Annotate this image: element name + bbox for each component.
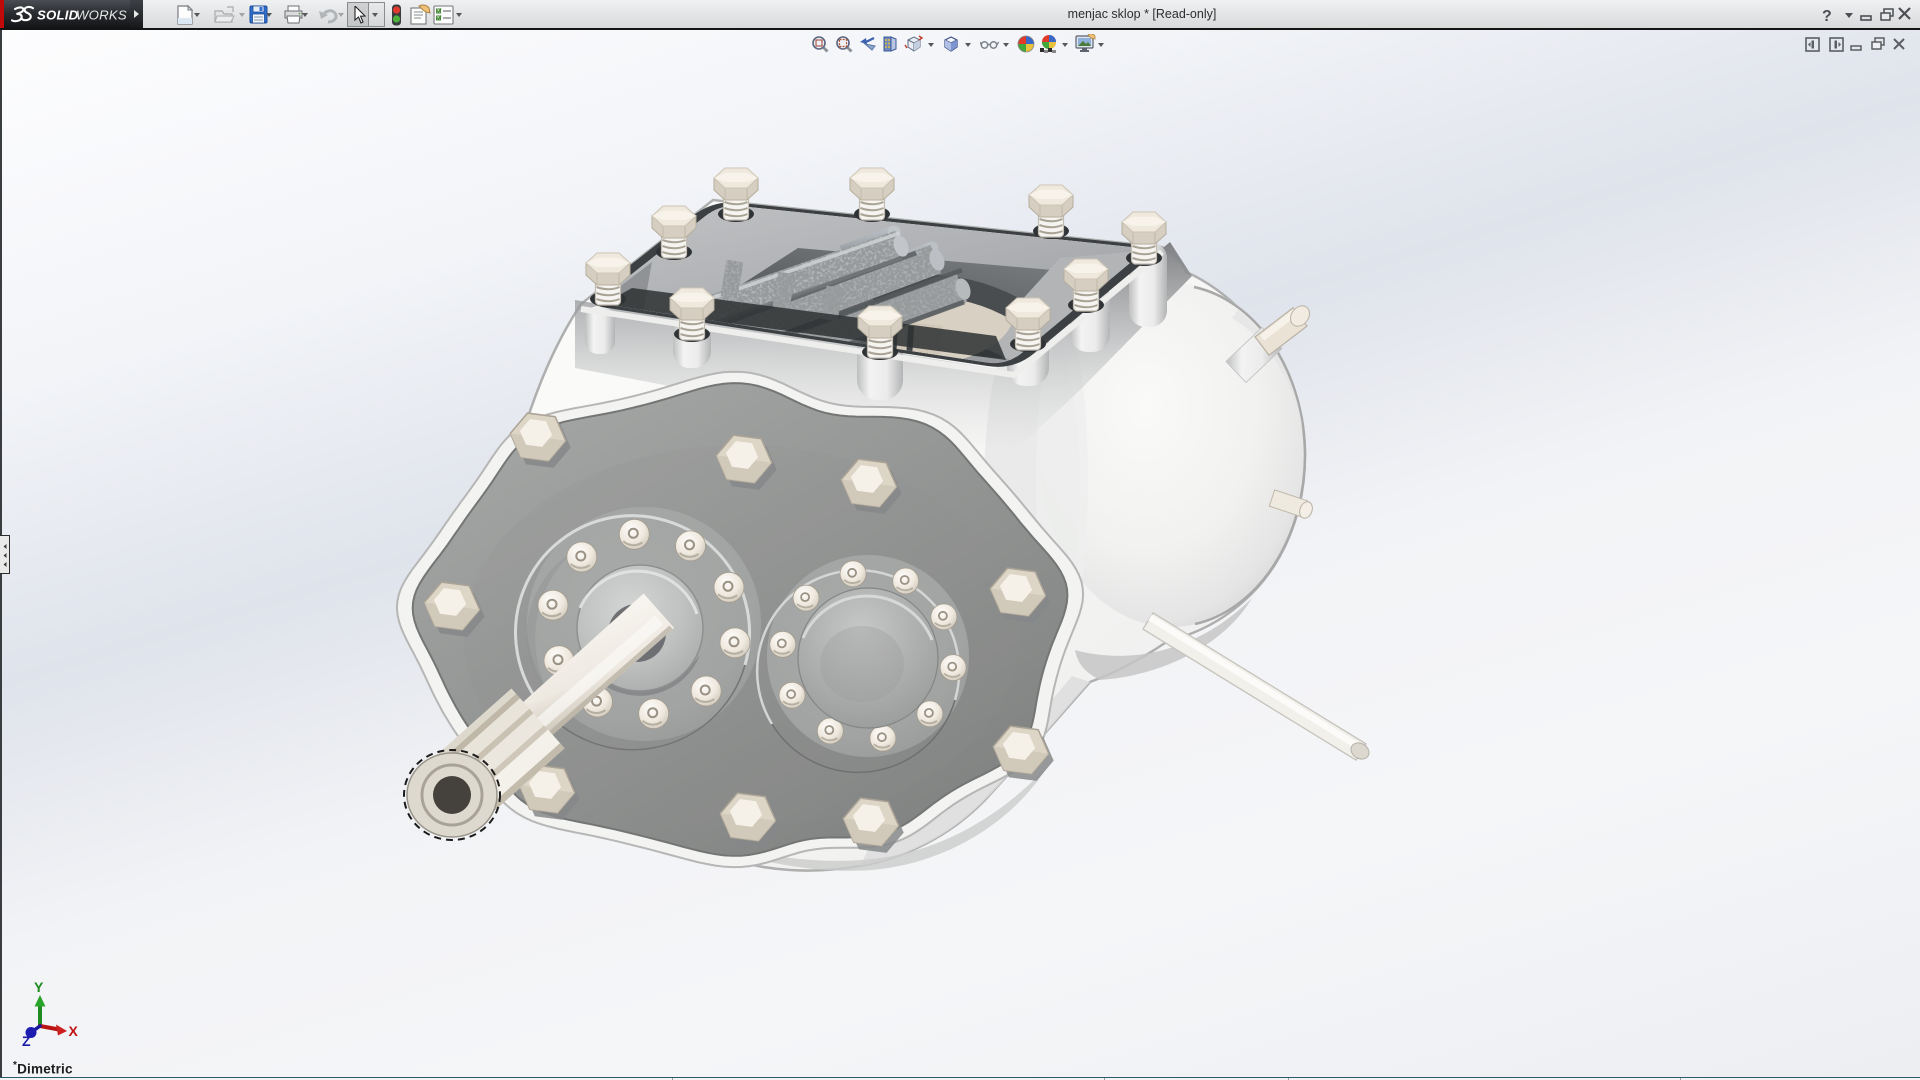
svg-text:Z: Z xyxy=(22,1033,31,1049)
svg-text:Y: Y xyxy=(34,979,44,995)
svg-text:SOLID: SOLID xyxy=(37,8,79,23)
svg-text:WORKS: WORKS xyxy=(76,8,127,23)
svg-text:X: X xyxy=(69,1023,79,1039)
svg-text:?: ? xyxy=(1822,8,1832,24)
